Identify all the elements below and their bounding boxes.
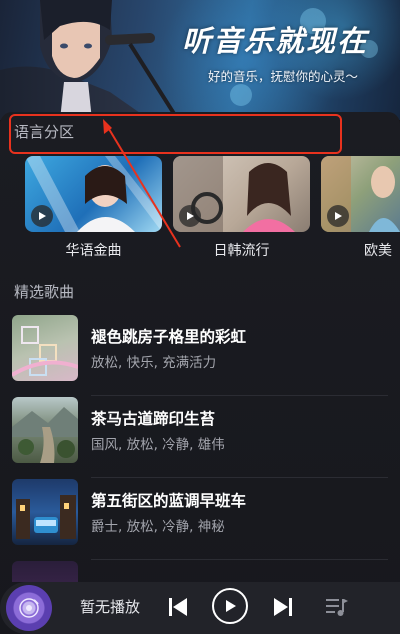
song-cover xyxy=(12,561,78,582)
highlight-box xyxy=(9,114,342,154)
featured-section-title: 精选歌曲 xyxy=(14,283,75,301)
play-button[interactable] xyxy=(212,588,248,624)
song-cover xyxy=(12,315,78,381)
language-label: 欧美 xyxy=(364,243,392,259)
song-item[interactable]: 第五街区的蓝调早班车 爵士, 放松, 冷静, 神秘 xyxy=(12,479,388,560)
skip-previous-icon xyxy=(169,598,187,616)
top-banner[interactable]: 听音乐就现在 好的音乐，抚慰你的心灵～ xyxy=(0,0,400,120)
song-cover xyxy=(12,479,78,545)
song-tags: 爵士, 放松, 冷静, 神秘 xyxy=(91,519,225,535)
language-card-jpkr[interactable] xyxy=(173,156,310,232)
skip-next-icon xyxy=(274,598,292,616)
song-title: 第五街区的蓝调早班车 xyxy=(91,492,247,510)
divider xyxy=(91,395,388,396)
next-button[interactable] xyxy=(270,592,296,622)
song-title: 褪色跳房子格里的彩虹 xyxy=(91,328,247,346)
song-tags: 放松, 快乐, 充满活力 xyxy=(91,355,217,371)
banner-title: 听音乐就现在 xyxy=(182,24,369,58)
playlist-button[interactable] xyxy=(322,592,352,622)
album-disc-icon[interactable] xyxy=(6,585,52,631)
play-icon xyxy=(226,600,236,612)
divider xyxy=(91,559,388,560)
song-item[interactable] xyxy=(12,561,388,582)
play-icon[interactable] xyxy=(327,205,349,227)
language-label: 华语金曲 xyxy=(65,243,122,259)
song-tags: 国风, 放松, 冷静, 雄伟 xyxy=(91,437,225,453)
bokeh-light xyxy=(230,84,252,106)
player-bar[interactable]: 暂无播放 xyxy=(0,582,400,634)
language-card-western[interactable] xyxy=(321,156,400,232)
banner-subtitle: 好的音乐，抚慰你的心灵～ xyxy=(208,69,359,84)
previous-button[interactable] xyxy=(165,592,191,622)
now-playing-text: 暂无播放 xyxy=(80,598,141,616)
playlist-icon xyxy=(326,599,348,616)
song-title: 茶马古道蹄印生苔 xyxy=(91,410,216,428)
song-item[interactable]: 茶马古道蹄印生苔 国风, 放松, 冷静, 雄伟 xyxy=(12,397,388,478)
language-card-chinese[interactable] xyxy=(25,156,162,232)
play-icon[interactable] xyxy=(179,205,201,227)
song-cover xyxy=(12,397,78,463)
divider xyxy=(91,477,388,478)
play-icon[interactable] xyxy=(31,205,53,227)
singer-illustration xyxy=(0,0,180,120)
language-label: 日韩流行 xyxy=(213,243,270,259)
song-item[interactable]: 褪色跳房子格里的彩虹 放松, 快乐, 充满活力 xyxy=(12,315,388,396)
